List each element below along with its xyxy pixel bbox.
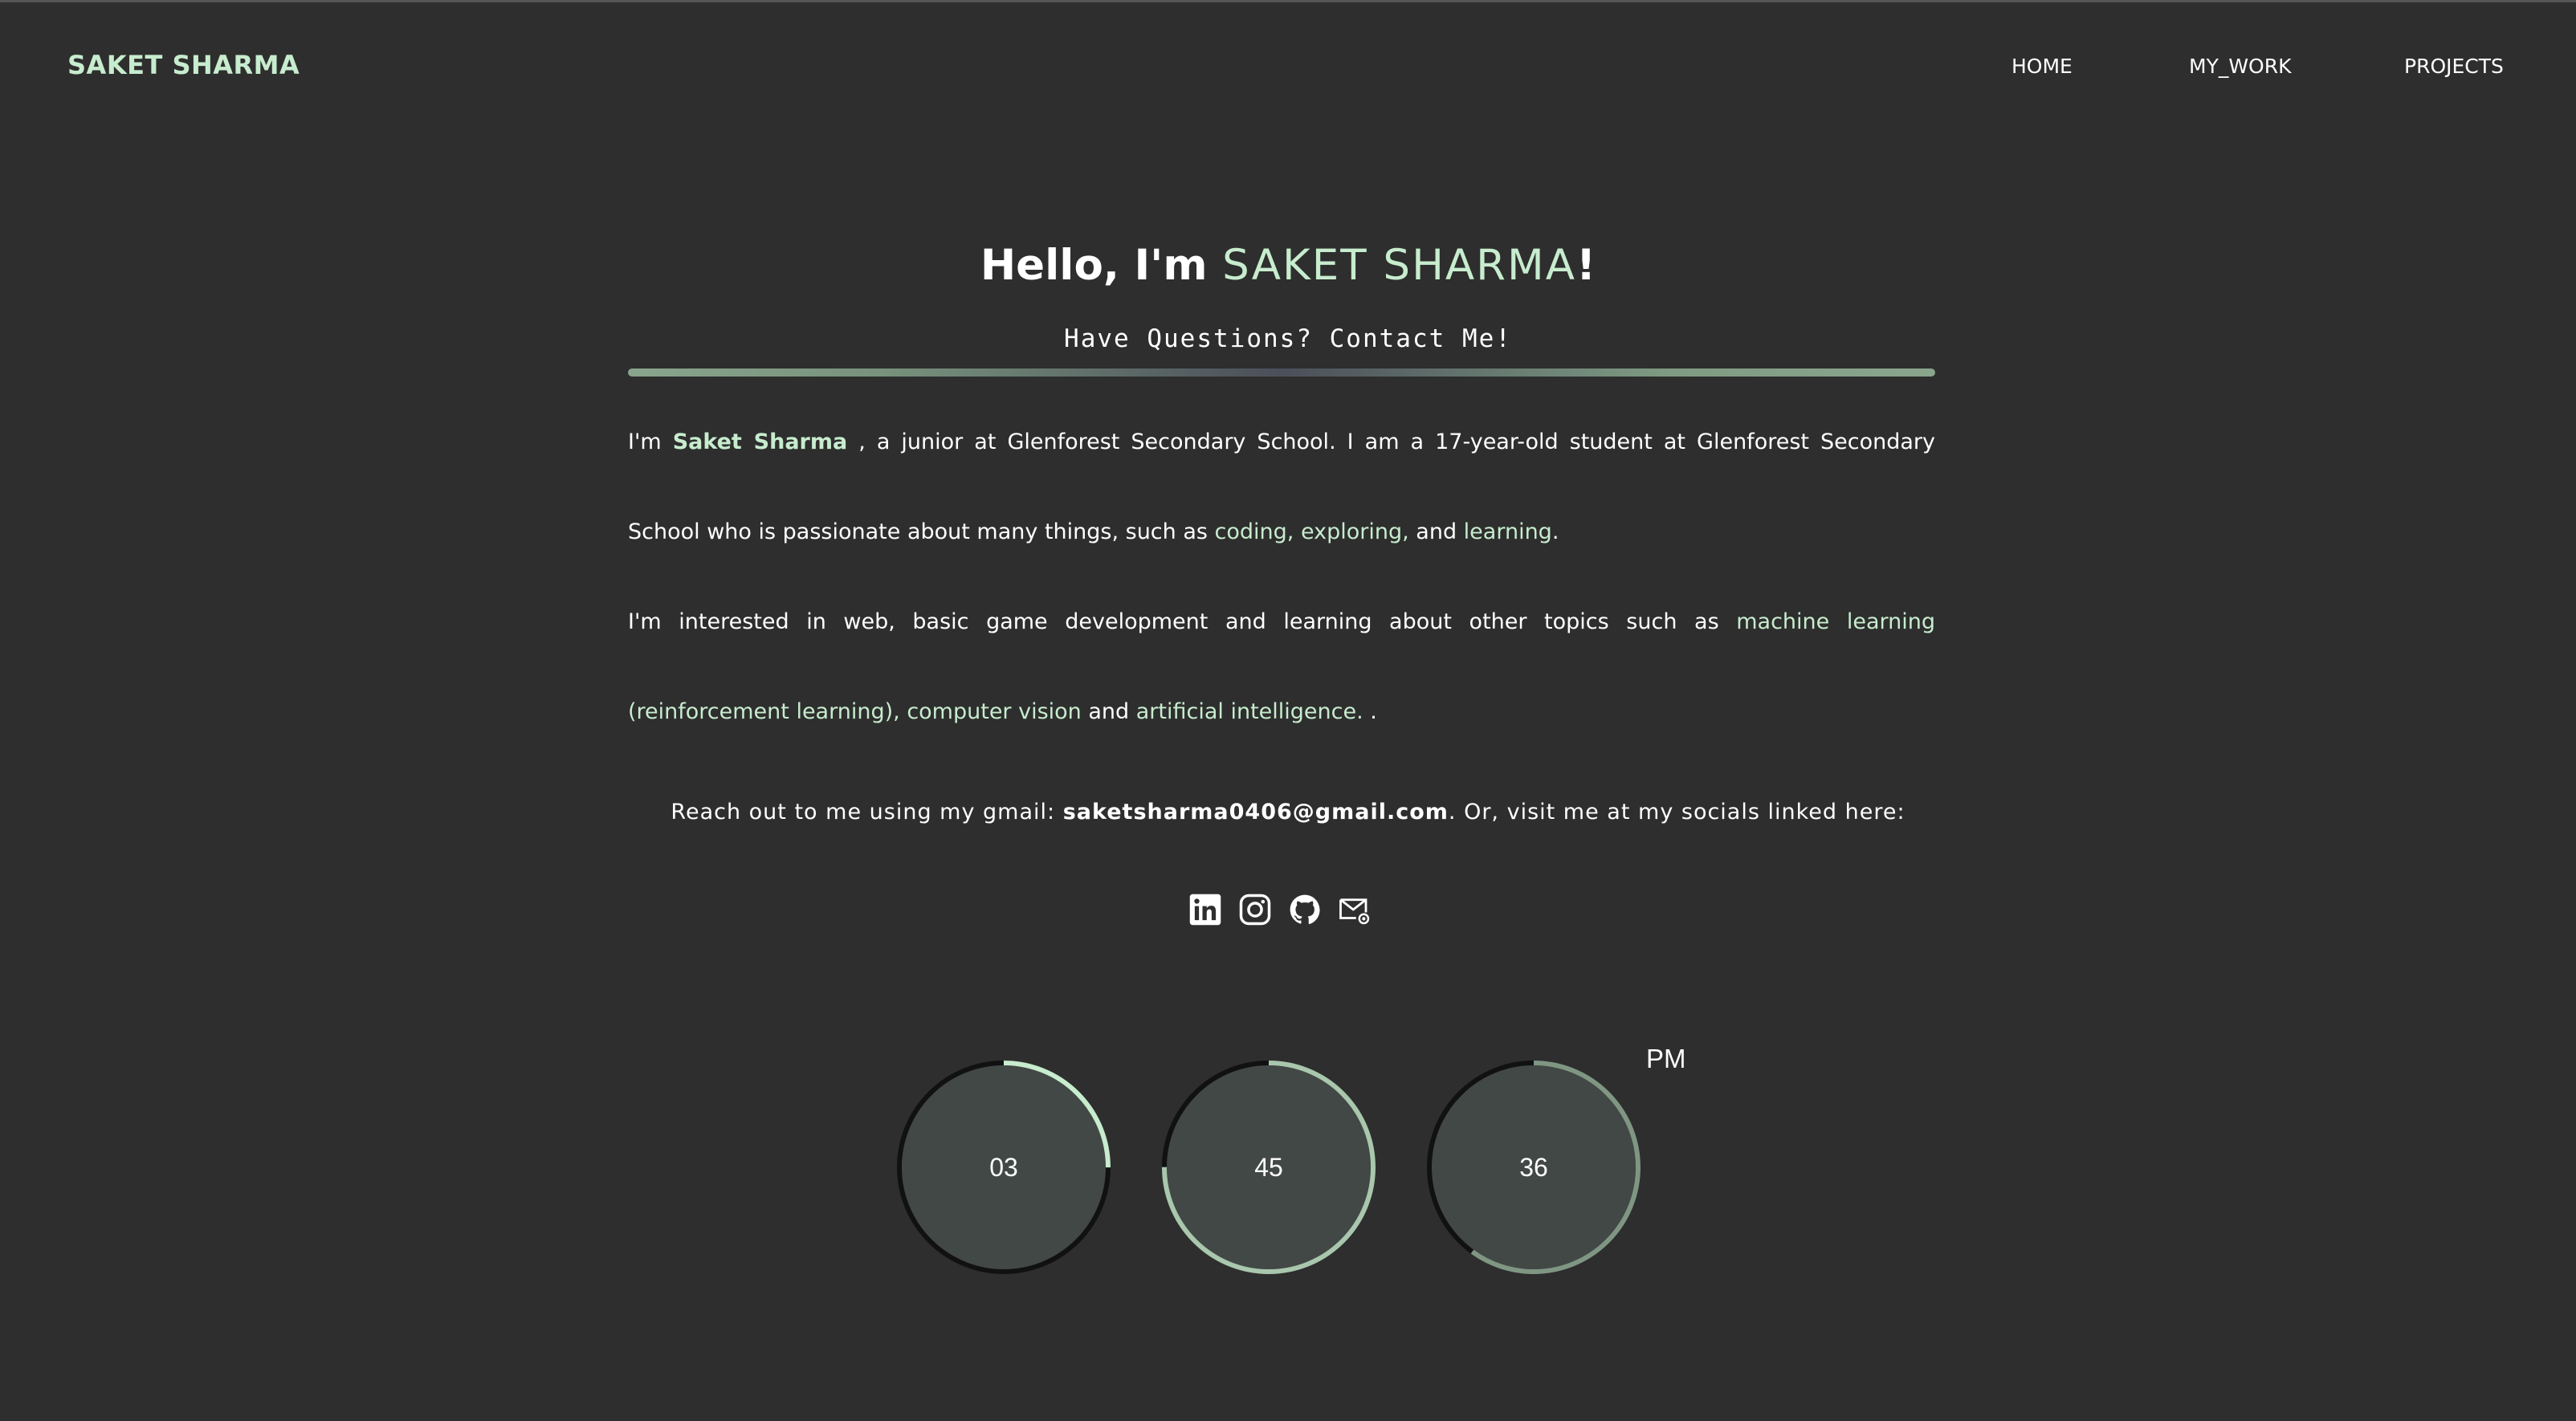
about-name: Saket Sharma	[672, 430, 848, 454]
contact-email[interactable]: saketsharma0406@gmail.com	[1063, 800, 1449, 825]
clock-minutes-dial: 45	[1160, 1058, 1378, 1276]
contact-suffix: . Or, visit me at my socials linked here…	[1448, 800, 1906, 825]
clock-hours-dial: 03	[895, 1058, 1113, 1276]
clock-seconds-value: 36	[1519, 1152, 1548, 1182]
subtitle: Have Questions? Contact Me!	[1064, 324, 1512, 353]
email-icon[interactable]	[1338, 893, 1372, 926]
nav-home[interactable]: HOME	[2011, 55, 2073, 78]
highlight-ai: artificial intelligence.	[1135, 699, 1363, 724]
highlight-exploring: exploring,	[1300, 519, 1409, 544]
contact-line: Reach out to me using my gmail: saketsha…	[0, 800, 2576, 825]
social-links	[1188, 893, 1372, 934]
clock-ampm: PM	[1646, 1044, 1686, 1073]
clock-seconds-dial: 36	[1425, 1058, 1643, 1276]
clock-hours-value: 03	[989, 1152, 1018, 1182]
p2-text-end: .	[1363, 699, 1377, 724]
title-name: SAKET SHARMA	[1222, 241, 1576, 290]
top-border	[0, 0, 2576, 2]
title-prefix: Hello, I'm	[980, 241, 1223, 290]
brand-logo[interactable]: SAKET SHARMA	[67, 50, 300, 80]
divider	[628, 368, 1935, 377]
linkedin-icon[interactable]	[1188, 893, 1222, 926]
page-title: Hello, I'm SAKET SHARMA!	[0, 241, 2576, 290]
clock-minutes-value: 45	[1254, 1152, 1283, 1182]
highlight-computer-vision: computer vision	[907, 699, 1082, 724]
p1-text-a: I'm	[628, 430, 673, 454]
instagram-icon[interactable]	[1238, 893, 1272, 926]
contact-prefix: Reach out to me using my gmail:	[670, 800, 1063, 825]
github-icon[interactable]	[1288, 893, 1322, 926]
p1-text-end: .	[1551, 519, 1559, 544]
nav-my-work[interactable]: MY_WORK	[2189, 55, 2292, 78]
nav-projects[interactable]: PROJECTS	[2404, 55, 2504, 78]
p2-text-and: and	[1081, 699, 1136, 724]
highlight-learning: learning	[1463, 519, 1552, 544]
p1-text-and: and	[1408, 519, 1464, 544]
highlight-coding: coding,	[1214, 519, 1294, 544]
title-suffix: !	[1576, 241, 1596, 290]
about-paragraph-1: I'm Saket Sharma , a junior at Glenfores…	[628, 397, 1935, 577]
about-paragraph-2: I'm interested in web, basic game develo…	[628, 577, 1935, 757]
p2-text-a: I'm interested in web, basic game develo…	[628, 609, 1737, 634]
